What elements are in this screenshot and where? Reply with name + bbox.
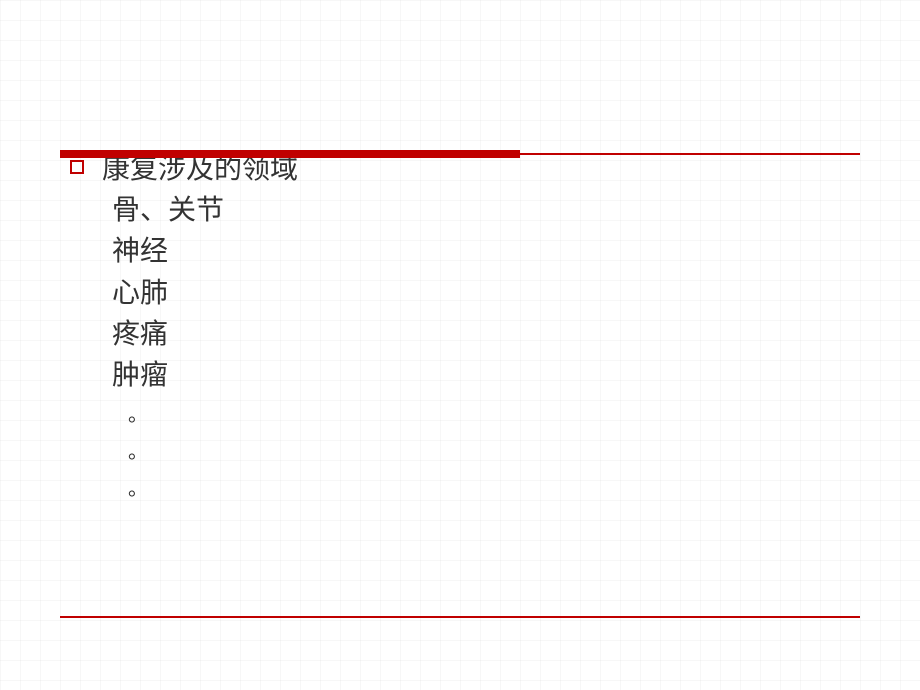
sub-item-2: 神经 <box>112 232 860 271</box>
content-area: 康复涉及的领域 骨、关节 神经 心肺 疼痛 肿瘤 。 。 。 <box>60 150 860 508</box>
square-bullet-icon <box>70 160 84 174</box>
top-divider-thick-bar <box>60 150 520 158</box>
slide-container: 康复涉及的领域 骨、关节 神经 心肺 疼痛 肿瘤 。 。 。 <box>0 0 920 690</box>
sub-item-4: 疼痛 <box>112 315 860 354</box>
sub-item-1: 骨、关节 <box>112 191 860 230</box>
dot-item-1: 。 <box>128 397 860 434</box>
sub-item-3: 心肺 <box>112 274 860 313</box>
sub-item-5: 肿瘤 <box>112 356 860 395</box>
dot-item-2: 。 <box>128 434 860 471</box>
dot-item-3: 。 <box>128 471 860 508</box>
bottom-divider-line <box>60 616 860 618</box>
